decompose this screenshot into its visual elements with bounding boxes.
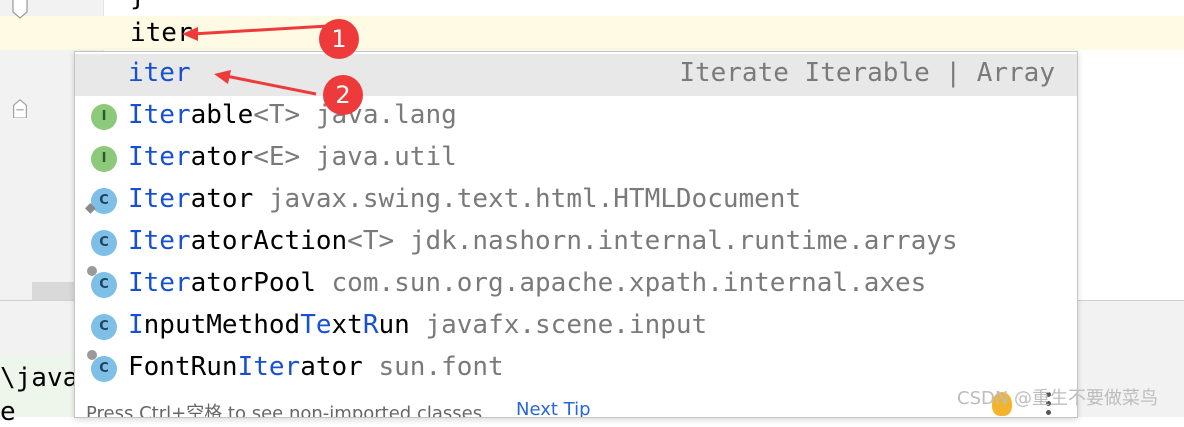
path-text: \java	[0, 363, 79, 393]
next-tip-link[interactable]: Next Tip	[516, 399, 591, 417]
footer-hint: Press Ctrl+空格 to see non-imported classe…	[86, 403, 483, 418]
scrollbar-thumb[interactable]	[32, 282, 76, 302]
completion-popup[interactable]: iter Iterate Iterable | Array I Iterable…	[74, 51, 1078, 418]
item-label: FontRunIterator sun.font	[128, 352, 504, 382]
closing-brace: }	[130, 0, 146, 12]
item-label: iter	[128, 58, 191, 88]
class-icon: C	[91, 314, 117, 340]
item-label: Iterator javax.swing.text.html.HTMLDocum…	[128, 184, 802, 214]
item-label: IteratorAction<T> jdk.nashorn.internal.r…	[128, 226, 958, 256]
interface-icon: I	[91, 104, 117, 130]
item-label: Iterator<E> java.util	[128, 142, 457, 172]
pin-icon	[87, 350, 97, 360]
bottom-left-panel: \java e	[0, 355, 79, 427]
completion-item[interactable]: C InputMethodTextRun javafx.scene.input	[75, 306, 1077, 348]
item-label: InputMethodTextRun javafx.scene.input	[128, 310, 708, 340]
completion-item[interactable]: I Iterable<T> java.lang	[75, 96, 1077, 138]
item-description: Iterate Iterable | Array	[679, 58, 1055, 88]
interface-icon: I	[91, 146, 117, 172]
item-label: Iterable<T> java.lang	[128, 100, 457, 130]
completion-item[interactable]: C IteratorPool com.sun.org.apache.xpath.…	[75, 264, 1077, 306]
completion-item[interactable]: I Iterator<E> java.util	[75, 138, 1077, 180]
protected-access-icon: ◆	[85, 200, 96, 216]
annotation-arrow-1	[182, 24, 329, 41]
annotation-badge-2: 2	[323, 75, 363, 115]
class-icon: C	[91, 272, 117, 298]
fold-end-icon[interactable]	[12, 0, 28, 20]
pin-icon	[87, 266, 97, 276]
completion-item[interactable]: C FontRunIterator sun.font	[75, 348, 1077, 390]
class-icon: C	[91, 356, 117, 382]
popup-footer: Press Ctrl+空格 to see non-imported classe…	[75, 393, 1077, 417]
class-icon: C	[91, 230, 117, 256]
fold-start-icon[interactable]	[12, 98, 28, 118]
watermark: CSDN @重生不要做菜鸟	[957, 388, 1159, 409]
completion-item[interactable]: C IteratorAction<T> jdk.nashorn.internal…	[75, 222, 1077, 264]
item-label: IteratorPool com.sun.org.apache.xpath.in…	[128, 268, 927, 298]
completion-item[interactable]: C ◆ Iterator javax.swing.text.html.HTMLD…	[75, 180, 1077, 222]
annotation-arrow-2	[214, 70, 317, 96]
path-text-2: e	[0, 397, 16, 427]
annotation-badge-1: 1	[319, 19, 359, 59]
